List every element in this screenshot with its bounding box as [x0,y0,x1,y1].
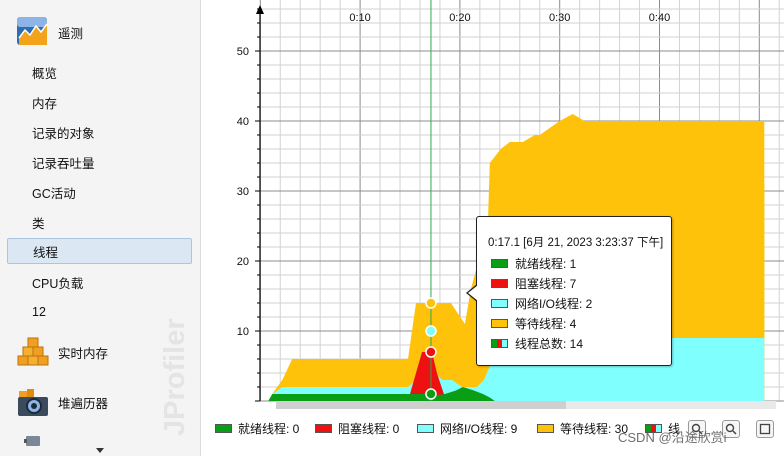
tooltip-row-label: 等待线程: 4 [515,316,577,331]
svg-text:JProfiler: JProfiler [159,318,191,436]
tooltip-row-label: 线程总数: 14 [515,336,584,351]
camera-icon [18,389,48,416]
y-tick-label: 50 [237,46,249,58]
sidebar-item-label: GC活动 [32,186,76,201]
y-tick-label: 40 [237,116,249,128]
scrollbar-thumb[interactable] [276,401,566,409]
legend-swatch [417,423,434,433]
sidebar-item-label: CPU负载 [32,276,84,291]
legend-swatch [491,338,508,348]
legend-swatch [491,278,508,288]
legend-swatch [491,298,508,308]
sidebar-item-label: 概览 [32,66,58,81]
legend-item[interactable]: 就绪线程: 0 [215,420,299,436]
legend-item-label: 网络I/O线程: 9 [440,421,518,436]
telemetry-icon [17,17,48,45]
plugin-icon[interactable] [24,434,44,448]
tooltip-row-label: 网络I/O线程: 2 [515,296,593,311]
tooltip-row-label: 就绪线程: 1 [515,256,577,271]
y-tick-label: 30 [237,186,249,198]
legend-swatch [315,423,332,433]
fit-button[interactable] [756,420,774,438]
sidebar-item-label: 12 [32,305,46,319]
y-tick-label: 20 [237,256,249,268]
legend-swatch [491,318,508,328]
y-tick-label: 10 [237,326,249,338]
tooltip-row: 线程总数: 14 [491,335,583,351]
legend-item-label: 就绪线程: 0 [238,421,300,436]
legend-swatch [537,423,554,433]
sidebar-item-recorded-throughput[interactable]: 记录吞吐量 [7,149,192,175]
sidebar-item-recorded-objects[interactable]: 记录的对象 [7,119,192,145]
jprofiler-watermark: JProfiler [159,318,191,436]
legend-item[interactable]: 等待线程: 30 [537,420,628,436]
x-tick-label: 0:40 [649,12,670,24]
sidebar-item-label: 内存 [32,96,58,111]
sidebar-item-gc-activity[interactable]: GC活动 [7,179,192,205]
tooltip-row-label: 阻塞线程: 7 [515,276,577,291]
legend-swatch [215,423,232,433]
tooltip-row: 就绪线程: 1 [491,255,576,271]
chevron-down-icon[interactable] [96,448,104,453]
chart-tooltip: 0:17.1 [6月 21, 2023 3:23:37 下午] 就绪线程: 1 阻… [466,216,672,366]
x-tick-label: 0:30 [549,12,570,24]
section-live-memory-label: 实时内存 [58,346,109,361]
sidebar-item-label: 记录的对象 [32,126,95,141]
section-telemetry[interactable]: 遥测 [0,12,200,52]
cursor-marker-ready [425,388,437,400]
legend-item[interactable]: 网络I/O线程: 9 [417,420,517,436]
tooltip-title: 0:17.1 [6月 21, 2023 3:23:37 下午] [488,237,664,249]
csdn-watermark: CSDN @沿途欣赏i [618,430,727,445]
cursor-marker-total [425,297,437,309]
sidebar-item-threads[interactable]: 线程 [7,238,192,264]
tooltip-row: 网络I/O线程: 2 [491,295,592,311]
cursor-marker-blocked [425,346,437,358]
sidebar-item-label: 类 [32,216,45,231]
live-memory-icon [17,337,49,366]
x-tick-label: 0:10 [349,12,370,24]
sidebar-item-overview[interactable]: 概览 [7,59,192,85]
legend-item-label: 阻塞线程: 0 [338,421,400,436]
section-heap-walker-label: 堆遍历器 [58,396,109,411]
legend-item[interactable]: 阻塞线程: 0 [315,420,399,436]
cursor-marker-network [425,325,437,337]
fit-icon [759,423,771,435]
sidebar-item-label: 记录吞吐量 [32,156,95,171]
tooltip-row: 等待线程: 4 [491,315,576,331]
sidebar-item-label: 线程 [33,245,59,260]
sidebar-item-classes[interactable]: 类 [7,209,192,235]
section-telemetry-label: 遥测 [58,26,84,41]
legend-swatch [491,258,508,268]
x-tick-label: 0:20 [449,12,470,24]
tooltip-row: 阻塞线程: 7 [491,275,576,291]
sidebar-item-memory[interactable]: 内存 [7,89,192,115]
sidebar: 遥测 概览 内存 记录的对象 记录吞吐量 GC活动 类 线程 CPU负载 12 … [0,0,201,456]
